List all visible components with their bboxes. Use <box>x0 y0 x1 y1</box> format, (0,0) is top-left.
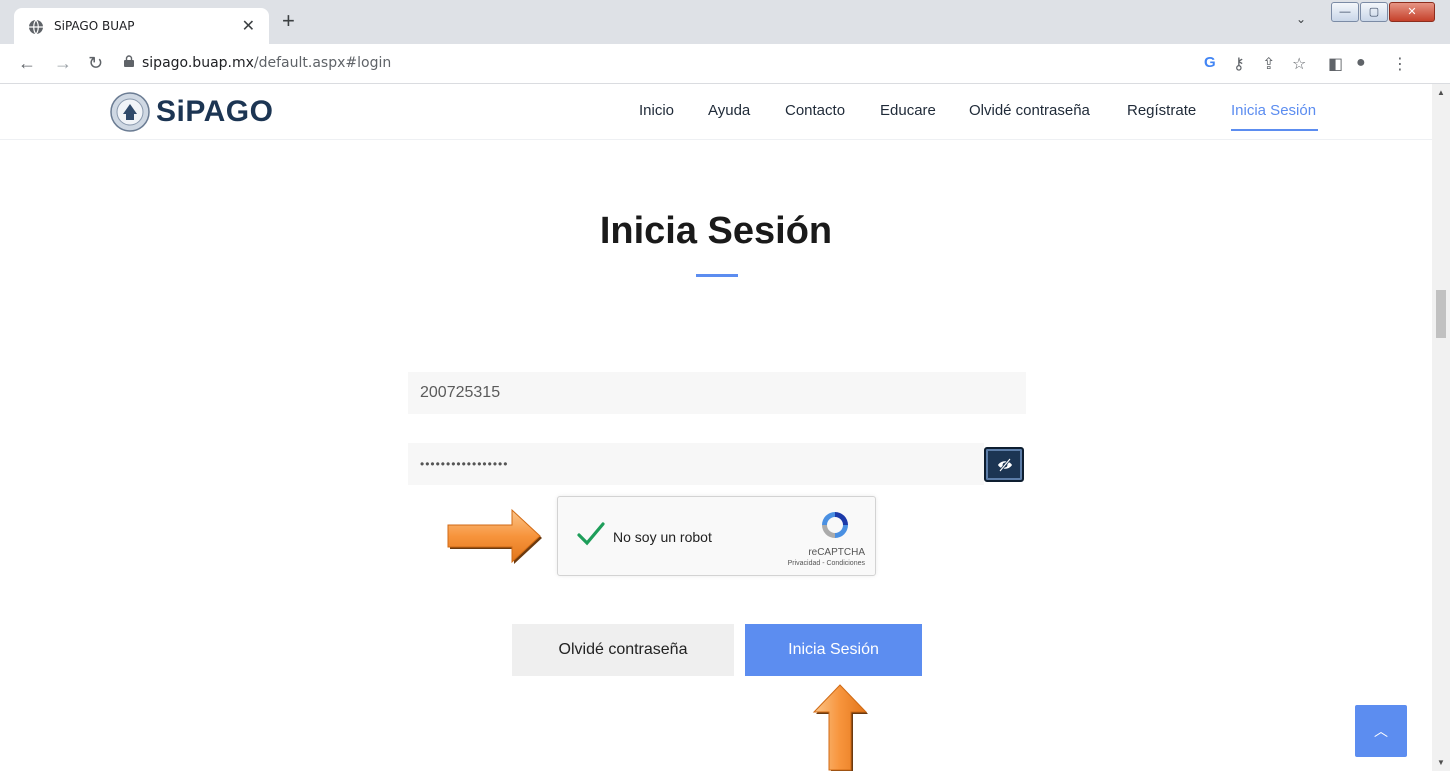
bookmark-star-icon[interactable]: ☆ <box>1292 54 1306 74</box>
browser-tab-bar: SiPAGO BUAP ✕ + ⌄ — ▢ ✕ <box>0 0 1450 44</box>
nav-olvide-contrasena[interactable]: Olvidé contraseña <box>969 102 1090 119</box>
user-id-input[interactable] <box>408 372 1026 414</box>
login-button[interactable]: Inicia Sesión <box>745 624 922 676</box>
menu-icon[interactable]: ⋮ <box>1392 54 1408 74</box>
lock-icon <box>124 55 134 67</box>
nav-inicia-sesion[interactable]: Inicia Sesión <box>1231 102 1316 119</box>
nav-educare[interactable]: Educare <box>880 102 936 119</box>
chevron-up-icon: ︿ <box>1374 723 1388 739</box>
browser-tab[interactable]: SiPAGO BUAP ✕ <box>14 8 269 44</box>
tab-close-icon[interactable]: ✕ <box>242 16 255 36</box>
page: SiPAGO Inicio Ayuda Contacto Educare Olv… <box>0 84 1432 771</box>
nav-ayuda[interactable]: Ayuda <box>708 102 750 119</box>
back-icon[interactable]: ← <box>18 53 36 74</box>
recaptcha-label: No soy un robot <box>613 529 712 545</box>
recaptcha-logo-icon <box>822 512 848 538</box>
forgot-password-button[interactable]: Olvidé contraseña <box>512 624 734 676</box>
recaptcha-brand: reCAPTCHA <box>808 547 865 558</box>
browser-toolbar: ← → ↻ sipago.buap.mx/default.aspx#login … <box>0 44 1450 84</box>
side-panel-icon[interactable]: ◧ <box>1328 54 1343 74</box>
nav-contacto[interactable]: Contacto <box>785 102 845 119</box>
page-title: Inicia Sesión <box>599 210 833 252</box>
brand-name: SiPAGO <box>156 95 274 128</box>
password-input[interactable] <box>408 443 984 485</box>
url-text: sipago.buap.mx/default.aspx#login <box>142 55 392 71</box>
close-window-button[interactable]: ✕ <box>1389 2 1435 22</box>
arrow-up-annotation-icon <box>812 684 868 771</box>
maximize-button[interactable]: ▢ <box>1360 2 1388 22</box>
scrollbar-thumb[interactable] <box>1436 290 1446 338</box>
address-bar[interactable]: sipago.buap.mx/default.aspx#login <box>114 49 1204 77</box>
nav-active-underline <box>1231 129 1318 131</box>
recaptcha-widget[interactable]: No soy un robot reCAPTCHA Privacidad - C… <box>557 496 876 576</box>
recaptcha-terms-link[interactable]: Privacidad - Condiciones <box>788 560 865 567</box>
new-tab-icon[interactable]: + <box>282 10 295 32</box>
key-icon[interactable]: ⚷ <box>1233 54 1245 74</box>
globe-icon <box>29 19 43 35</box>
buap-seal-icon <box>110 92 150 132</box>
page-scrollbar[interactable]: ▲ ▼ <box>1432 84 1450 771</box>
tab-title: SiPAGO BUAP <box>54 19 135 33</box>
title-divider <box>696 274 738 277</box>
window-controls: — ▢ ✕ <box>1331 2 1436 22</box>
nav-registrate[interactable]: Regístrate <box>1127 102 1196 119</box>
google-icon[interactable]: G <box>1204 54 1216 71</box>
eye-slash-icon <box>998 458 1012 472</box>
profile-icon[interactable]: ● <box>1356 54 1366 72</box>
checkmark-icon <box>577 522 605 546</box>
scroll-up-icon[interactable]: ▲ <box>1437 88 1445 97</box>
forward-icon[interactable]: → <box>54 53 72 74</box>
password-toggle-button[interactable] <box>984 447 1024 482</box>
share-icon[interactable]: ⇪ <box>1262 54 1275 74</box>
nav-inicio[interactable]: Inicio <box>639 102 674 119</box>
minimize-button[interactable]: — <box>1331 2 1359 22</box>
site-logo[interactable]: SiPAGO <box>110 92 273 132</box>
scroll-down-icon[interactable]: ▼ <box>1437 758 1445 767</box>
back-to-top-button[interactable]: ︿ <box>1355 705 1407 757</box>
reload-icon[interactable]: ↻ <box>88 53 103 74</box>
tab-search-icon[interactable]: ⌄ <box>1296 12 1306 26</box>
site-header: SiPAGO Inicio Ayuda Contacto Educare Olv… <box>0 84 1432 140</box>
arrow-right-annotation-icon <box>447 508 542 564</box>
